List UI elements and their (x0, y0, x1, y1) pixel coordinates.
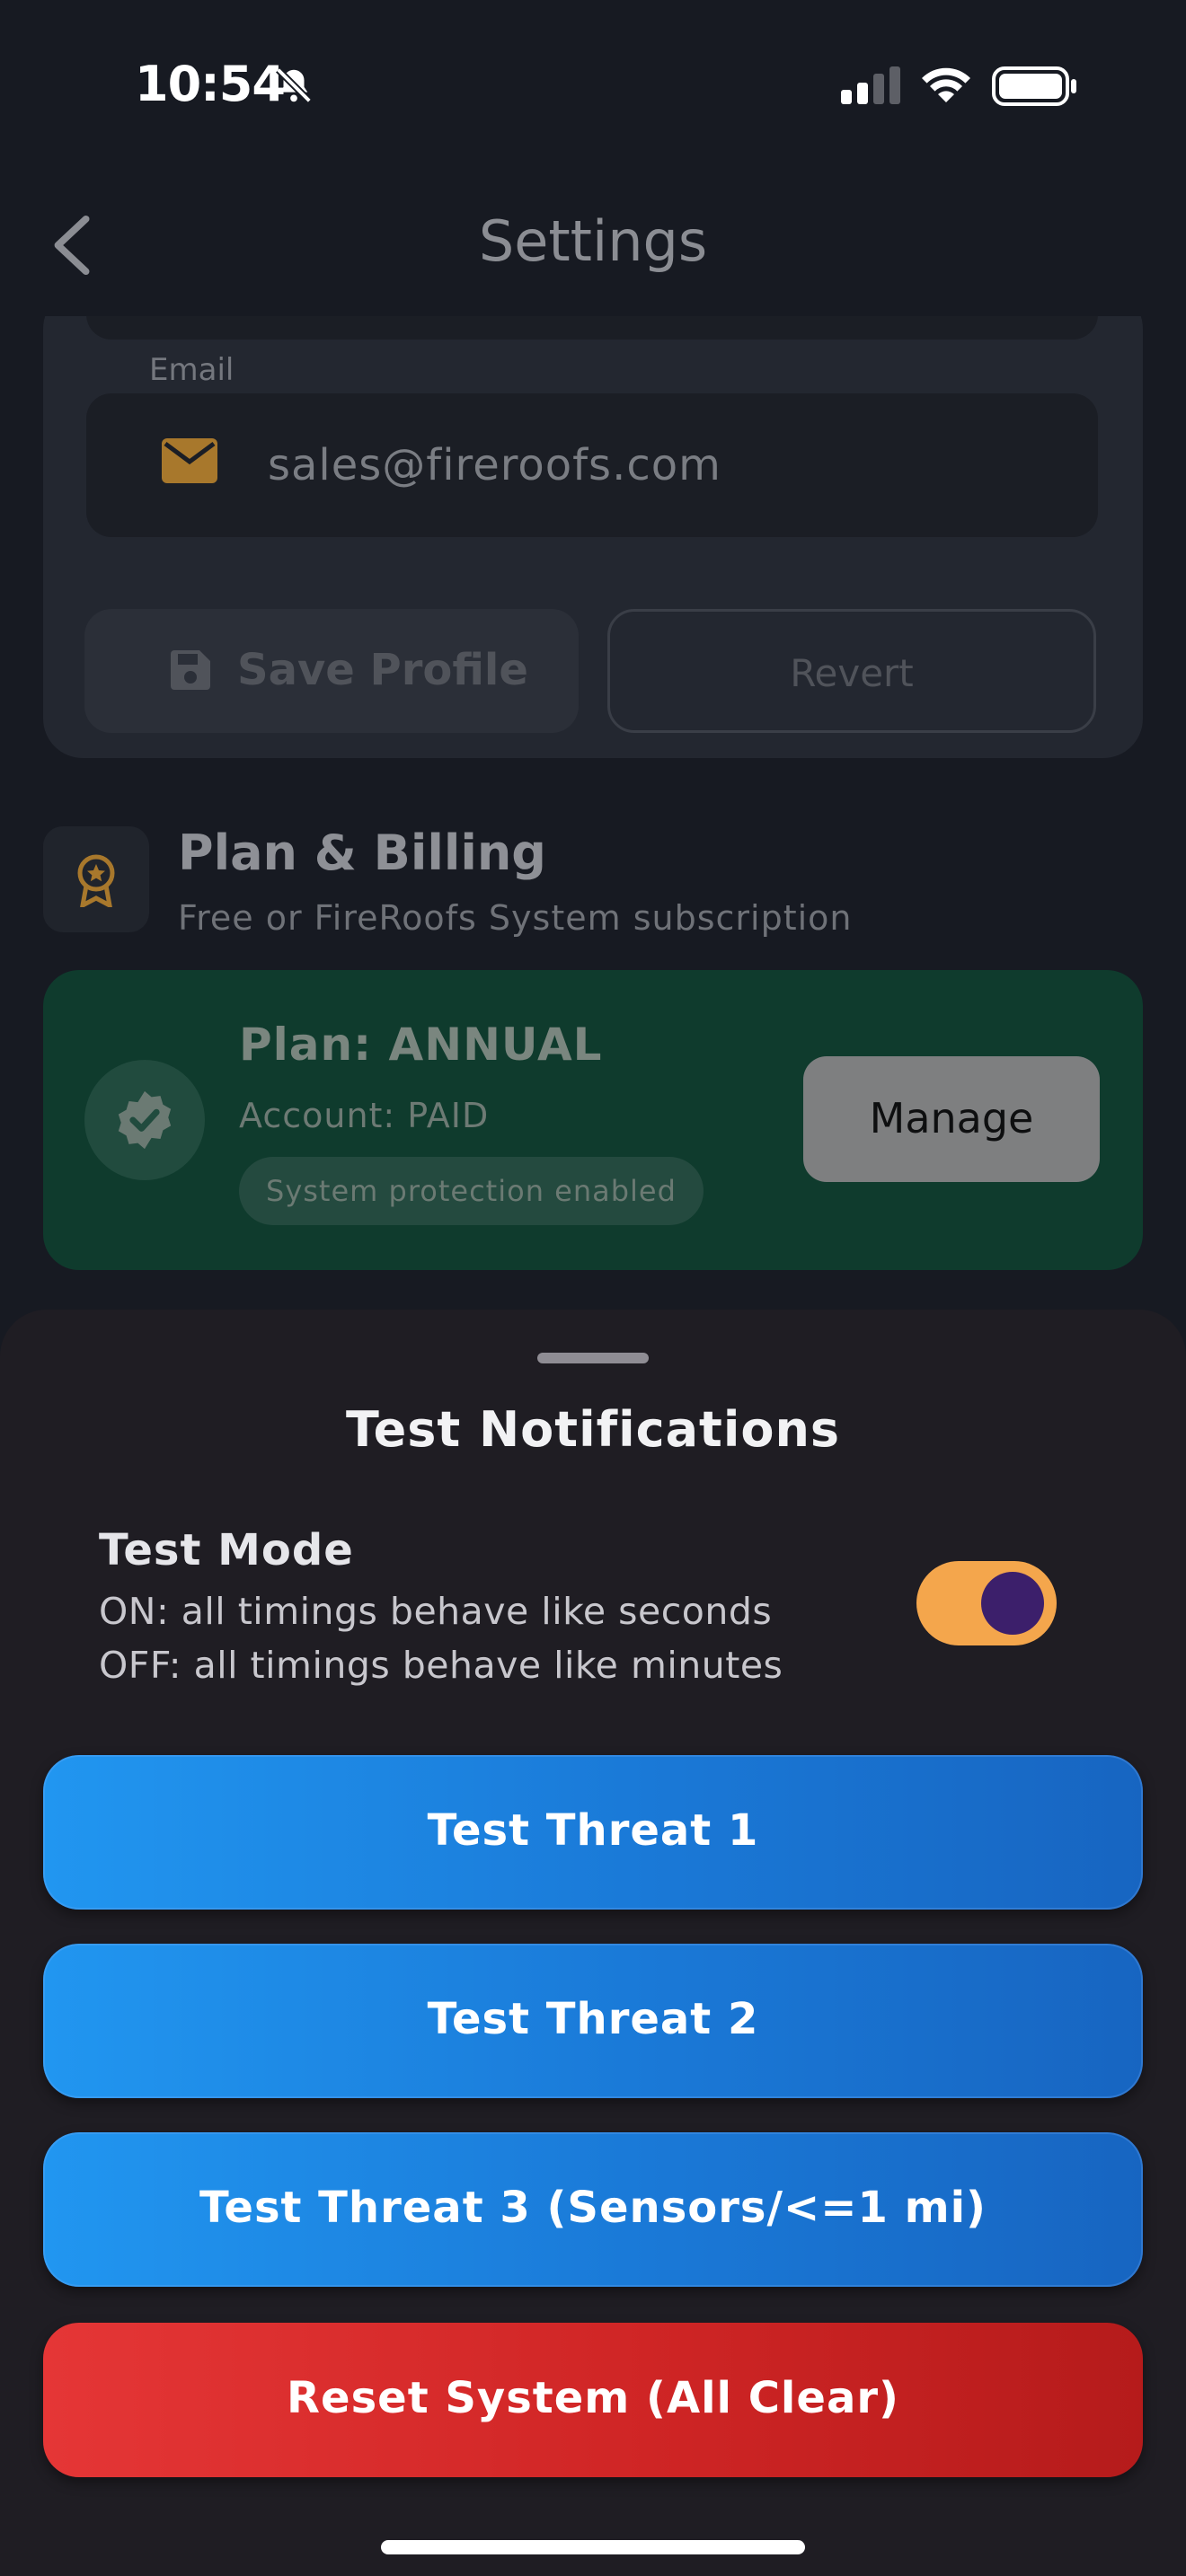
test-threat-3-label: Test Threat 3 (Sensors/<=1 mi) (199, 2183, 987, 2233)
award-ribbon-icon (77, 854, 115, 907)
bell-slash-icon (276, 67, 312, 103)
battery-icon (992, 66, 1076, 106)
test-mode-toggle[interactable] (916, 1561, 1057, 1645)
save-profile-label: Save Profile (237, 645, 528, 695)
settings-screen: 10:54 Settings Email sales@fireroofs.com… (0, 0, 1186, 2576)
revert-button[interactable]: Revert (607, 609, 1096, 733)
manage-button[interactable]: Manage (803, 1056, 1100, 1182)
plan-billing-heading: Plan & Billing (178, 825, 546, 881)
sheet-title: Test Notifications (345, 1401, 841, 1458)
test-mode-title: Test Mode (99, 1525, 354, 1575)
plan-card: Plan: ANNUAL Account: PAID System protec… (43, 970, 1143, 1270)
plan-badge (84, 1060, 205, 1180)
manage-label: Manage (869, 1094, 1034, 1142)
page-title: Settings (478, 208, 708, 274)
test-threat-3-button[interactable]: Test Threat 3 (Sensors/<=1 mi) (43, 2132, 1143, 2287)
profile-card: Email sales@fireroofs.com Save Profile R… (43, 316, 1143, 758)
reset-system-button[interactable]: Reset System (All Clear) (43, 2323, 1143, 2477)
plan-billing-icon-box (43, 826, 149, 932)
test-notifications-sheet: Test Notifications Test Mode ON: all tim… (0, 1310, 1186, 2576)
email-field[interactable]: sales@fireroofs.com (86, 393, 1098, 537)
floppy-disk-icon (171, 650, 210, 690)
email-value: sales@fireroofs.com (268, 440, 721, 490)
wifi-icon (922, 67, 970, 102)
plan-name: Plan: ANNUAL (239, 1019, 603, 1071)
test-threat-2-button[interactable]: Test Threat 2 (43, 1944, 1143, 2098)
account-status: Account: PAID (239, 1096, 490, 1135)
plan-billing-subtitle: Free or FireRoofs System subscription (178, 898, 853, 938)
name-field[interactable] (86, 316, 1098, 340)
revert-label: Revert (790, 651, 914, 695)
settings-content: Email sales@fireroofs.com Save Profile R… (0, 316, 1186, 1313)
save-profile-button[interactable]: Save Profile (84, 609, 579, 733)
reset-system-label: Reset System (All Clear) (287, 2373, 899, 2423)
toggle-knob (981, 1572, 1044, 1635)
protection-status-pill: System protection enabled (239, 1157, 704, 1225)
email-label: Email (149, 352, 235, 388)
home-indicator[interactable] (381, 2540, 805, 2554)
status-time: 10:54 (135, 56, 286, 112)
test-mode-off-description: OFF: all timings behave like minutes (99, 1644, 783, 1687)
test-mode-on-description: ON: all timings behave like seconds (99, 1590, 773, 1633)
test-threat-1-label: Test Threat 1 (427, 1805, 759, 1856)
sheet-grabber[interactable] (537, 1353, 649, 1363)
test-threat-2-label: Test Threat 2 (427, 1994, 759, 2044)
envelope-icon (162, 438, 217, 483)
verified-badge-icon (118, 1090, 172, 1150)
test-threat-1-button[interactable]: Test Threat 1 (43, 1755, 1143, 1910)
cellular-signal-icon (841, 66, 900, 104)
